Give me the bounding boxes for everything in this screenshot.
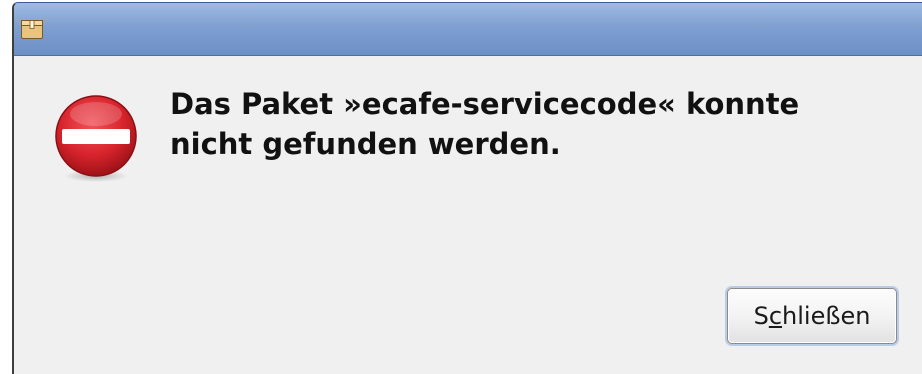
close-button[interactable]: Sc hließen xyxy=(727,288,897,344)
titlebar[interactable] xyxy=(14,3,922,56)
error-message: Das Paket »ecafe-servicecode« konnte nic… xyxy=(170,84,920,164)
message-line-1: Das Paket »ecafe-servicecode« konnte xyxy=(170,87,800,121)
error-icon xyxy=(55,95,137,182)
package-icon xyxy=(21,20,43,39)
message-line-2: nicht gefunden werden. xyxy=(170,127,561,161)
close-button-mnemonic: c xyxy=(768,302,783,330)
close-button-label-end: hließen xyxy=(782,302,871,330)
dialog-window: Das Paket »ecafe-servicecode« konnte nic… xyxy=(12,2,922,374)
dialog-content: Das Paket »ecafe-servicecode« konnte nic… xyxy=(14,56,922,374)
close-button-label-start: S xyxy=(753,302,769,330)
